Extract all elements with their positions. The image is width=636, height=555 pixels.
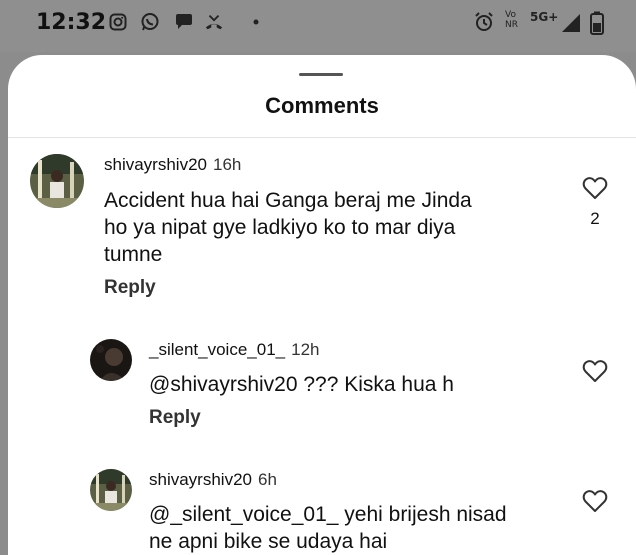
sheet-title: Comments	[265, 93, 379, 118]
comment-username[interactable]: _silent_voice_01_ 12h	[149, 340, 319, 360]
heart-icon[interactable]	[582, 359, 608, 383]
whatsapp-icon	[140, 12, 160, 32]
comment-username[interactable]: shivayrshiv20 6h	[149, 470, 277, 490]
comment-text: @shivayrshiv20 ??? Kiska hua h	[149, 373, 454, 396]
comment-time: 16h	[213, 155, 242, 174]
status-time: 12:32	[36, 10, 107, 35]
status-bar: 12:32 Vo NR 5G+	[0, 0, 636, 52]
dot-icon	[246, 12, 266, 32]
chat-bubble-icon	[174, 12, 194, 32]
reply-button[interactable]: Reply	[149, 407, 201, 429]
comment-time: 6h	[258, 470, 277, 489]
comment-text: @_silent_voice_01_ yehi brijesh nisad ne…	[149, 503, 507, 553]
heart-icon[interactable]	[582, 176, 608, 200]
reply-button[interactable]: Reply	[104, 277, 156, 299]
heart-icon[interactable]	[582, 489, 608, 513]
avatar[interactable]	[30, 154, 84, 208]
like-count: 2	[590, 209, 600, 228]
battery-icon	[590, 11, 604, 35]
divider	[8, 137, 636, 138]
comment-text: Accident hua hai Ganga beraj me Jinda ho…	[104, 189, 472, 266]
comment-username[interactable]: shivayrshiv20 16h	[104, 155, 241, 175]
comment-time: 12h	[291, 340, 320, 359]
signal-icon	[560, 12, 582, 34]
network-label: Vo NR	[505, 10, 518, 30]
avatar[interactable]	[90, 469, 132, 511]
missed-call-icon	[204, 12, 224, 32]
comments-sheet: Comments shivayrshiv20 16h Accident hua h…	[8, 55, 636, 555]
network-type: 5G+	[530, 10, 559, 24]
avatar[interactable]	[90, 339, 132, 381]
drag-handle[interactable]	[299, 73, 343, 76]
instagram-icon	[108, 12, 128, 32]
alarm-icon	[474, 12, 494, 32]
